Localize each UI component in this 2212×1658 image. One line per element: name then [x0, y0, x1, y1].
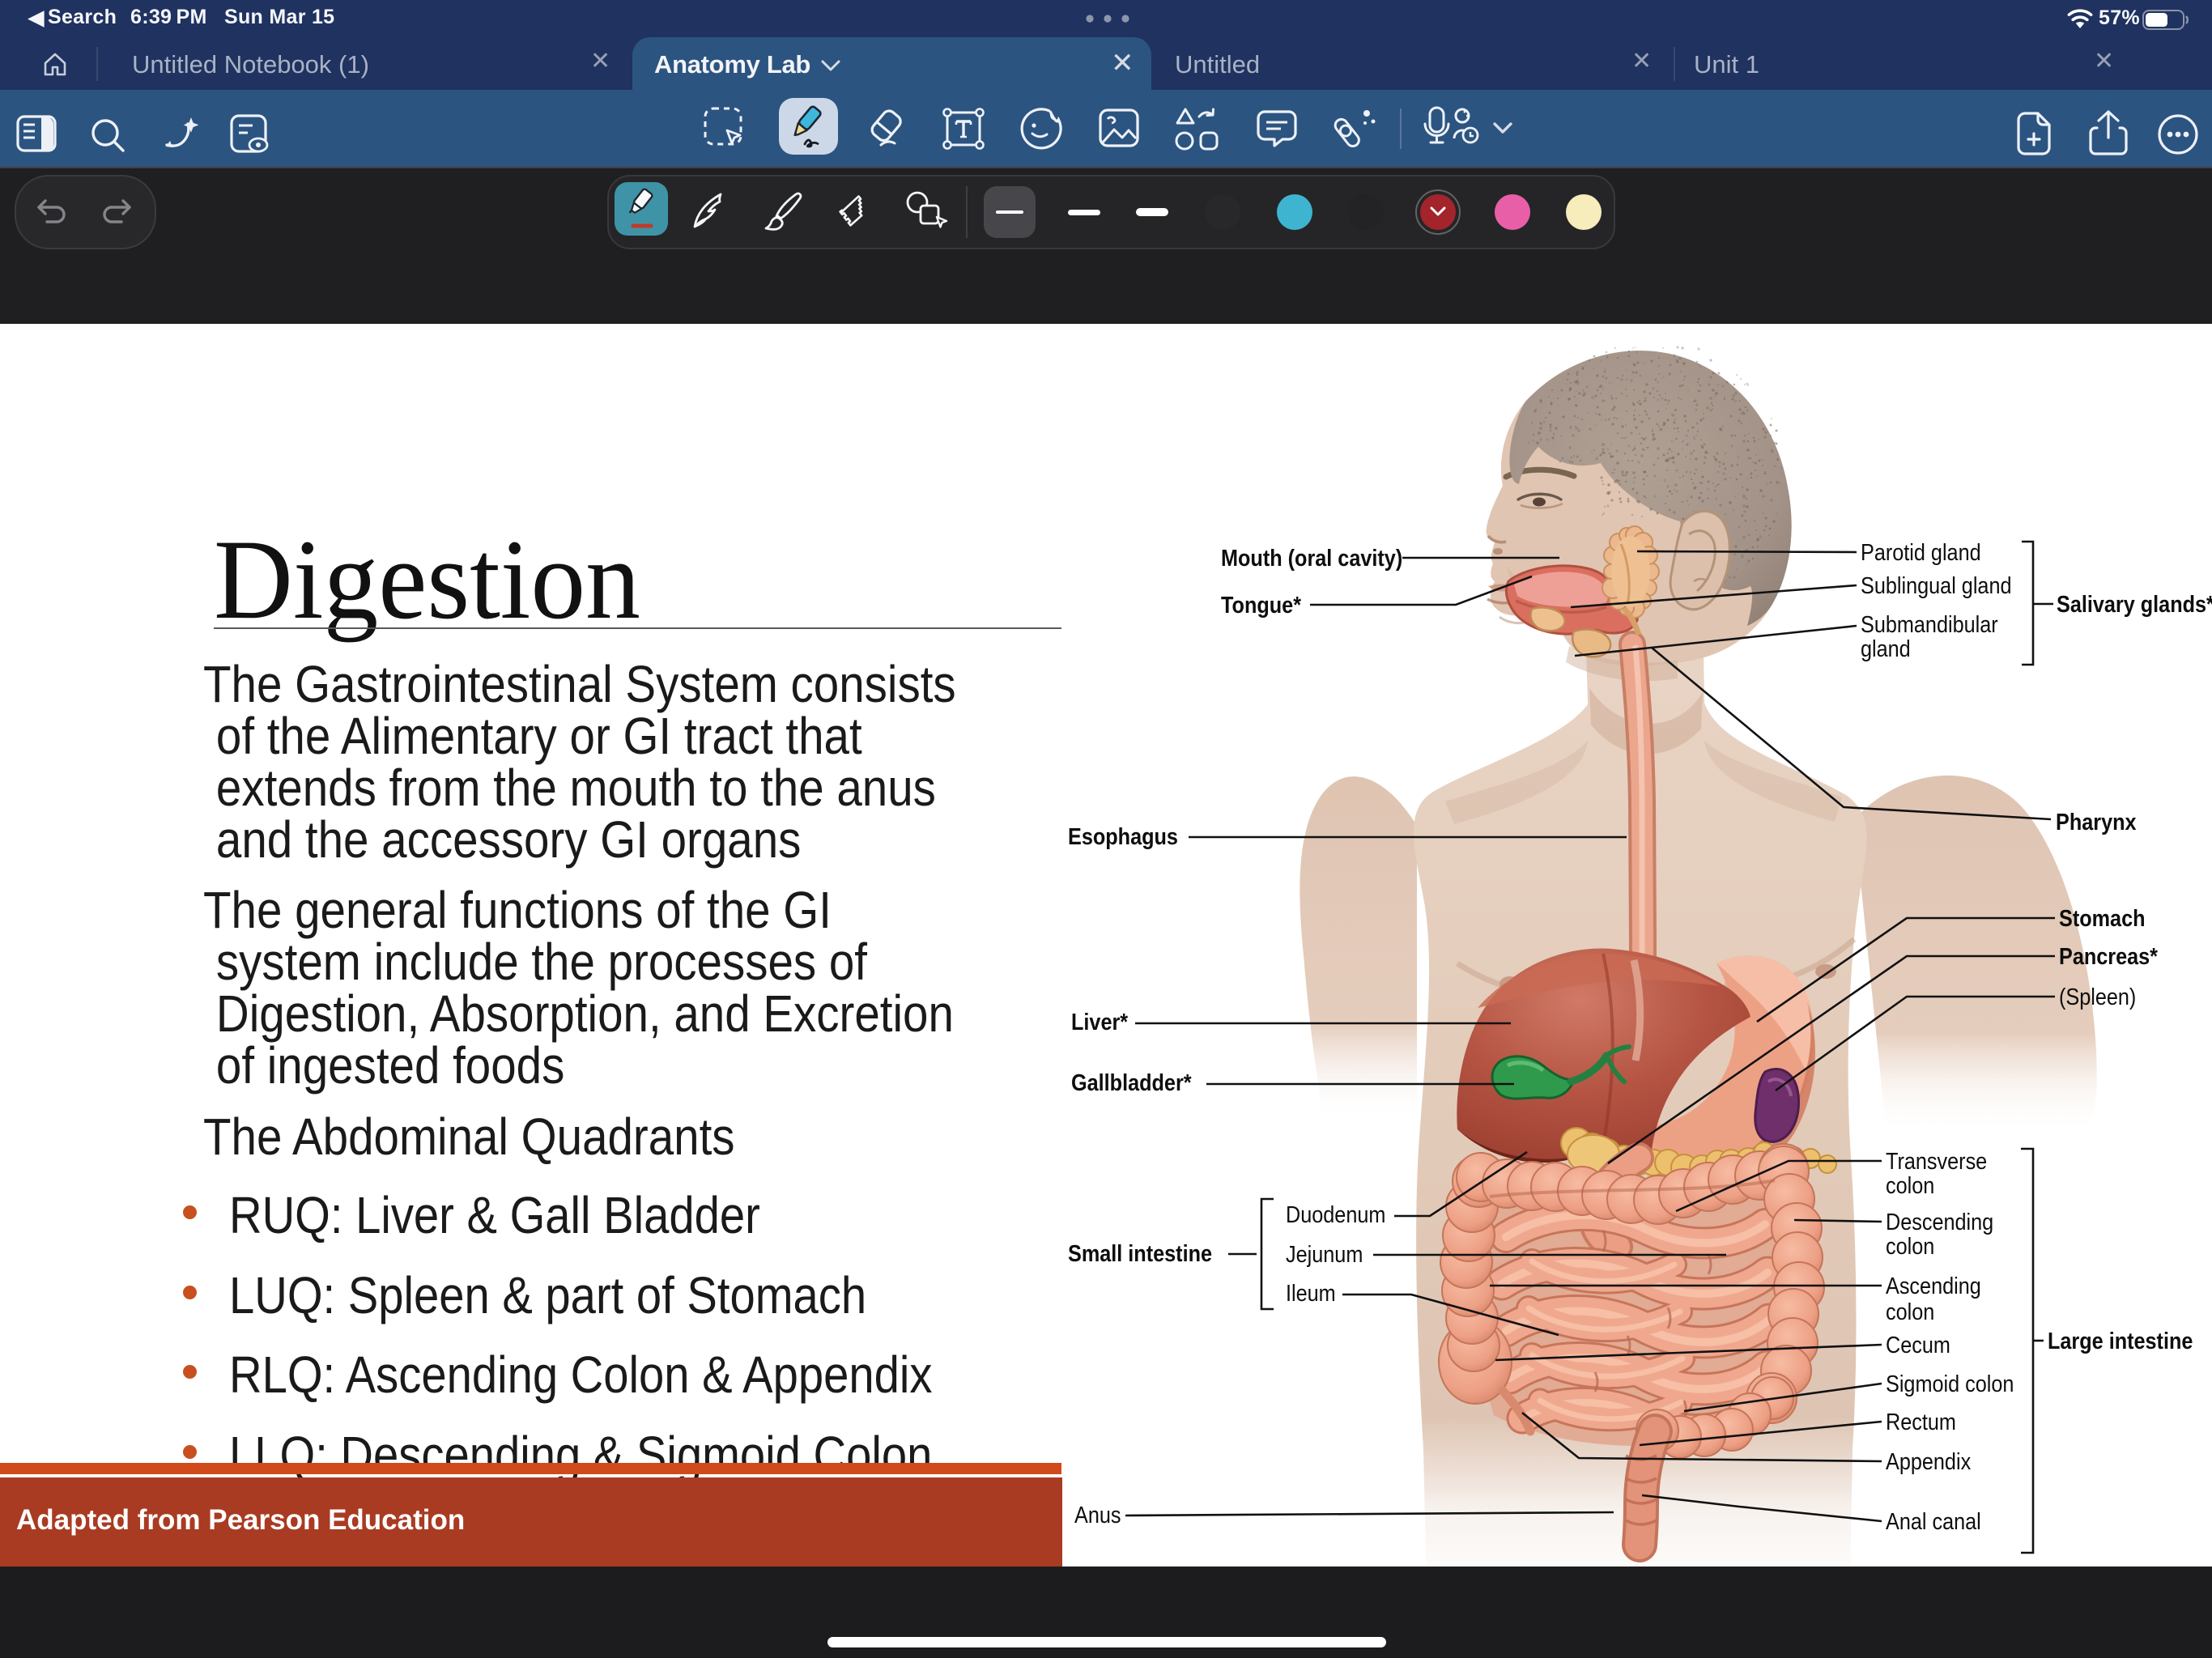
- svg-text:Jejunum: Jejunum: [1286, 1240, 1363, 1267]
- svg-text:Appendix: Appendix: [1886, 1448, 1972, 1474]
- svg-text:Large intestine: Large intestine: [2048, 1327, 2193, 1354]
- svg-text:Anus: Anus: [1074, 1501, 1121, 1528]
- svg-text:Transverse: Transverse: [1886, 1147, 1987, 1174]
- svg-text:Stomach: Stomach: [2059, 904, 2146, 931]
- svg-text:Liver*: Liver*: [1071, 1008, 1128, 1035]
- svg-text:Rectum: Rectum: [1886, 1408, 1956, 1435]
- svg-text:Salivary glands*: Salivary glands*: [2057, 590, 2212, 617]
- svg-text:colon: colon: [1886, 1298, 1934, 1324]
- svg-text:(Spleen): (Spleen): [2059, 983, 2136, 1010]
- svg-text:Ascending: Ascending: [1886, 1272, 1981, 1299]
- svg-text:Sublingual gland: Sublingual gland: [1861, 572, 2012, 598]
- svg-text:Tongue*: Tongue*: [1221, 591, 1301, 618]
- svg-text:Small intestine: Small intestine: [1068, 1239, 1212, 1266]
- svg-text:Duodenum: Duodenum: [1286, 1201, 1385, 1227]
- svg-text:colon: colon: [1886, 1232, 1934, 1259]
- svg-text:Mouth (oral cavity): Mouth (oral cavity): [1221, 544, 1402, 571]
- svg-text:Gallbladder*: Gallbladder*: [1071, 1069, 1192, 1095]
- svg-text:Esophagus: Esophagus: [1068, 823, 1178, 849]
- svg-text:gland: gland: [1861, 635, 1911, 661]
- svg-text:Sigmoid colon: Sigmoid colon: [1886, 1370, 2014, 1397]
- svg-text:Submandibular: Submandibular: [1861, 610, 1998, 637]
- svg-text:Descending: Descending: [1886, 1208, 1993, 1235]
- svg-text:Anal canal: Anal canal: [1886, 1507, 1981, 1534]
- svg-text:Ileum: Ileum: [1286, 1279, 1336, 1306]
- svg-text:Parotid gland: Parotid gland: [1861, 538, 1981, 565]
- svg-text:Cecum: Cecum: [1886, 1331, 1950, 1358]
- svg-text:Pancreas*: Pancreas*: [2059, 942, 2158, 969]
- svg-text:colon: colon: [1886, 1171, 1934, 1198]
- svg-text:Pharynx: Pharynx: [2056, 808, 2137, 835]
